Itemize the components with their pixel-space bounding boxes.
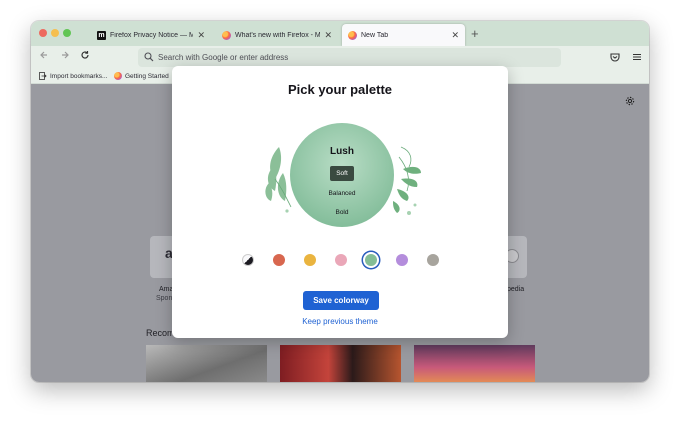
mozilla-m-icon: m xyxy=(97,30,106,40)
hamburger-menu-icon[interactable] xyxy=(632,52,642,62)
import-icon xyxy=(39,72,47,80)
back-button[interactable] xyxy=(39,50,49,63)
reload-icon xyxy=(81,51,89,59)
tab-privacy-notice[interactable]: m Firefox Privacy Notice — Mozilla ✕ xyxy=(91,24,211,46)
gear-icon[interactable] xyxy=(625,96,635,106)
bookmark-getting-started[interactable]: Getting Started xyxy=(114,72,169,80)
firefox-icon xyxy=(222,30,231,40)
shortcut-sponsored-label: Spon xyxy=(156,295,173,302)
tab-whats-new[interactable]: What's new with Firefox - More ✕ xyxy=(216,24,338,46)
address-placeholder: Search with Google or enter address xyxy=(158,53,289,62)
story-card[interactable] xyxy=(146,345,267,382)
firefox-icon xyxy=(114,72,122,80)
window-maximize-button[interactable] xyxy=(63,29,71,37)
search-icon xyxy=(144,52,154,62)
shortcut-label: pedia xyxy=(507,286,525,293)
colorway-swatches xyxy=(172,252,508,270)
close-icon[interactable]: ✕ xyxy=(451,30,459,41)
address-bar[interactable]: Search with Google or enter address xyxy=(138,48,561,67)
swatch-gray[interactable] xyxy=(427,254,439,266)
bookmark-label: Import bookmarks... xyxy=(50,72,108,80)
swatch-green[interactable] xyxy=(365,254,377,266)
swatch-default[interactable] xyxy=(242,254,254,266)
swatch-red[interactable] xyxy=(273,254,285,266)
keep-previous-theme-link[interactable]: Keep previous theme xyxy=(172,317,508,326)
new-tab-button[interactable]: + xyxy=(471,26,479,41)
close-icon[interactable]: ✕ xyxy=(197,30,205,41)
save-colorway-button[interactable]: Save colorway xyxy=(303,291,379,310)
firefox-icon xyxy=(348,30,357,40)
bookmark-label: Getting Started xyxy=(125,72,169,80)
modal-title: Pick your palette xyxy=(287,82,393,97)
arrow-right-icon xyxy=(62,51,69,59)
story-card[interactable] xyxy=(414,345,535,382)
tab-title: New Tab xyxy=(361,31,389,39)
reload-button[interactable] xyxy=(80,50,90,63)
swatch-yellow[interactable] xyxy=(304,254,316,266)
arrow-left-icon xyxy=(40,51,47,59)
story-card[interactable] xyxy=(280,345,401,382)
window-close-button[interactable] xyxy=(39,29,47,37)
pocket-icon[interactable] xyxy=(610,52,620,62)
tab-title: What's new with Firefox - More xyxy=(235,31,321,39)
forward-button[interactable] xyxy=(60,50,70,63)
bookmark-import[interactable]: Import bookmarks... xyxy=(39,72,107,80)
intensity-option-balanced[interactable]: Balanced xyxy=(290,190,394,197)
colorway-modal: Pick your palette Lush Soft Balanced Bol… xyxy=(172,66,508,338)
tab-title: Firefox Privacy Notice — Mozilla xyxy=(110,31,194,39)
option-label: Soft xyxy=(330,166,354,181)
swatch-purple[interactable] xyxy=(396,254,408,266)
intensity-option-soft[interactable]: Soft xyxy=(290,166,394,181)
window-minimize-button[interactable] xyxy=(51,29,59,37)
close-icon[interactable]: ✕ xyxy=(324,30,332,41)
intensity-option-bold[interactable]: Bold xyxy=(290,209,394,216)
title-bar: m Firefox Privacy Notice — Mozilla ✕ Wha… xyxy=(31,21,649,46)
colorway-name: Lush xyxy=(330,146,354,157)
tab-new-tab[interactable]: New Tab ✕ xyxy=(342,24,465,46)
swatch-pink[interactable] xyxy=(335,254,347,266)
recommended-heading: Recom xyxy=(146,328,175,338)
browser-window: m Firefox Privacy Notice — Mozilla ✕ Wha… xyxy=(31,21,649,382)
